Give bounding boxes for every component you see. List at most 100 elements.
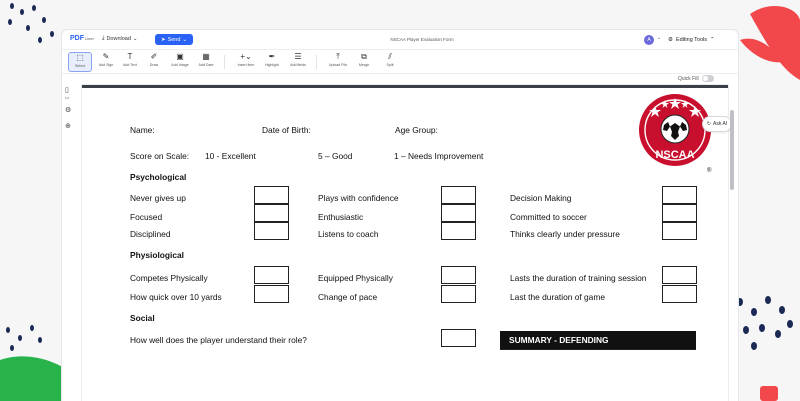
zoom-icon[interactable]: ⊕ — [65, 122, 71, 130]
score-box[interactable] — [254, 204, 289, 222]
chevron-up-icon: ⌃ — [710, 37, 715, 43]
tool-add-image[interactable]: ▣ Add Image — [168, 52, 192, 72]
pages-icon[interactable]: ▯ — [65, 86, 69, 94]
decorative-red-leaf — [740, 6, 800, 80]
merge-icon: ⧉ — [361, 52, 367, 61]
list-item: Disciplined — [130, 229, 171, 239]
sign-icon: ✎ — [102, 52, 110, 61]
score-box[interactable] — [441, 266, 476, 284]
ask-ai-button[interactable]: ↻ Ask AI — [702, 116, 732, 132]
highlight-icon: ✒ — [268, 52, 276, 61]
tool-insert-item[interactable]: +⌄ Insert item — [234, 52, 258, 72]
list-item: Focused — [130, 212, 163, 222]
score-box[interactable] — [254, 266, 289, 284]
score-box[interactable] — [662, 266, 697, 284]
score-box[interactable] — [441, 285, 476, 303]
name-label: Name: — [130, 125, 155, 135]
tool-select[interactable]: ⬚ Select — [68, 52, 92, 72]
draw-icon: ✐ — [150, 52, 158, 61]
nscaa-logo-text: NSCAA — [655, 149, 694, 161]
upload-icon: ⤒ — [336, 52, 340, 61]
send-icon: ➤ — [160, 36, 166, 43]
editing-tools-icon: ⚙ — [668, 37, 673, 43]
scrollbar[interactable] — [730, 110, 734, 190]
tool-add-text[interactable]: T Add Text — [118, 52, 142, 72]
pdf-page: Name: Date of Birth: Age Group: Score on… — [82, 85, 728, 401]
chevron-down-icon[interactable]: ⌄ — [657, 35, 661, 41]
svg-text:®: ® — [707, 167, 712, 174]
divider — [500, 349, 696, 350]
quick-fill-label: Quick Fill — [678, 75, 699, 82]
send-label: Send — [167, 36, 181, 43]
list-item: Equipped Physically — [318, 273, 393, 283]
split-icon: ⫽ — [388, 52, 392, 61]
score-box[interactable] — [662, 186, 697, 204]
select-icon: ⬚ — [76, 53, 84, 62]
tool-upload-file[interactable]: ⤒ Upload File — [326, 52, 350, 72]
score-box[interactable] — [254, 222, 289, 240]
list-item: Plays with confidence — [318, 193, 399, 203]
score-box[interactable] — [662, 222, 697, 240]
score-box[interactable] — [254, 285, 289, 303]
ask-ai-label: Ask AI — [713, 121, 728, 127]
decorative-dots-top-left — [8, 3, 54, 43]
editing-tools-button[interactable]: ⚙ Editing Tools ⌃ — [668, 34, 715, 46]
editing-tools-label: Editing Tools — [675, 37, 708, 43]
decorative-dots-right — [737, 296, 793, 350]
list-item: How quick over 10 yards — [130, 292, 222, 302]
list-item: Last the duration of game — [510, 292, 605, 302]
score-box[interactable] — [662, 285, 697, 303]
download-button[interactable]: ⤓ Download ⌄ — [102, 35, 138, 42]
tool-split[interactable]: ⫽ Split — [378, 52, 402, 72]
image-icon: ▣ — [176, 52, 184, 61]
tool-merge[interactable]: ⧉ Merge — [352, 52, 376, 72]
document-title[interactable]: NSCAA Player Evaluation Form — [362, 37, 482, 42]
score-label: Score on Scale: — [130, 151, 190, 161]
toolbar-divider — [316, 55, 317, 69]
physiological-heading: Physiological — [130, 250, 184, 260]
score-box[interactable] — [441, 186, 476, 204]
quick-fill-toggle[interactable]: Quick Fill — [678, 75, 714, 82]
tool-add-fields[interactable]: ☰ Add fields — [286, 52, 310, 72]
ai-icon: ↻ — [706, 121, 711, 127]
nscaa-logo: NSCAA ® — [639, 94, 712, 174]
tool-add-sign[interactable]: ✎ Add Sign — [94, 52, 118, 72]
tool-highlight[interactable]: ✒ Highlight — [260, 52, 284, 72]
score-box[interactable] — [441, 222, 476, 240]
download-icon: ⤓ — [102, 35, 105, 41]
text-icon: T — [127, 52, 133, 61]
chevron-down-icon: ⌄ — [182, 36, 188, 43]
list-item: Committed to soccer — [510, 212, 587, 222]
score-excellent: 10 - Excellent — [205, 151, 256, 161]
tool-draw[interactable]: ✐ Draw — [142, 52, 166, 72]
score-box[interactable] — [441, 329, 476, 347]
score-box[interactable] — [254, 186, 289, 204]
download-label: Download — [106, 35, 131, 42]
age-group-label: Age Group: — [395, 125, 438, 135]
page-count: 1/4 — [65, 96, 70, 100]
list-item: How well does the player understand thei… — [130, 335, 307, 345]
fields-icon: ☰ — [294, 52, 302, 61]
score-box[interactable] — [662, 204, 697, 222]
toggle-switch[interactable] — [701, 75, 714, 82]
score-needs-improvement: 1 – Needs Improvement — [394, 151, 484, 161]
list-item: Decision Making — [510, 193, 572, 203]
score-box[interactable] — [441, 204, 476, 222]
list-item: Competes Physically — [130, 273, 208, 283]
avatar[interactable]: A — [644, 35, 654, 45]
psychological-heading: Psychological — [130, 172, 187, 182]
list-item: Thinks clearly under pressure — [510, 229, 620, 239]
title-bar: PDFLiner ⤓ Download ⌄ ➤ Send ⌄ NSCAA Pla… — [62, 30, 738, 50]
score-good: 5 – Good — [318, 151, 353, 161]
screen: PDFLiner ⤓ Download ⌄ ➤ Send ⌄ NSCAA Pla… — [0, 0, 800, 401]
app-logo[interactable]: PDFLiner — [70, 35, 94, 42]
settings-icon[interactable]: ⚙ — [65, 106, 71, 114]
calendar-icon: ▦ — [202, 52, 210, 61]
app-window: PDFLiner ⤓ Download ⌄ ➤ Send ⌄ NSCAA Pla… — [62, 30, 738, 401]
social-heading: Social — [130, 313, 155, 323]
toolbar-divider — [224, 55, 225, 69]
brand-corner-icon — [760, 386, 778, 401]
send-button[interactable]: ➤ Send ⌄ — [155, 34, 193, 45]
tool-add-date[interactable]: ▦ Add Date — [194, 52, 218, 72]
list-item: Lasts the duration of training session — [510, 273, 647, 283]
